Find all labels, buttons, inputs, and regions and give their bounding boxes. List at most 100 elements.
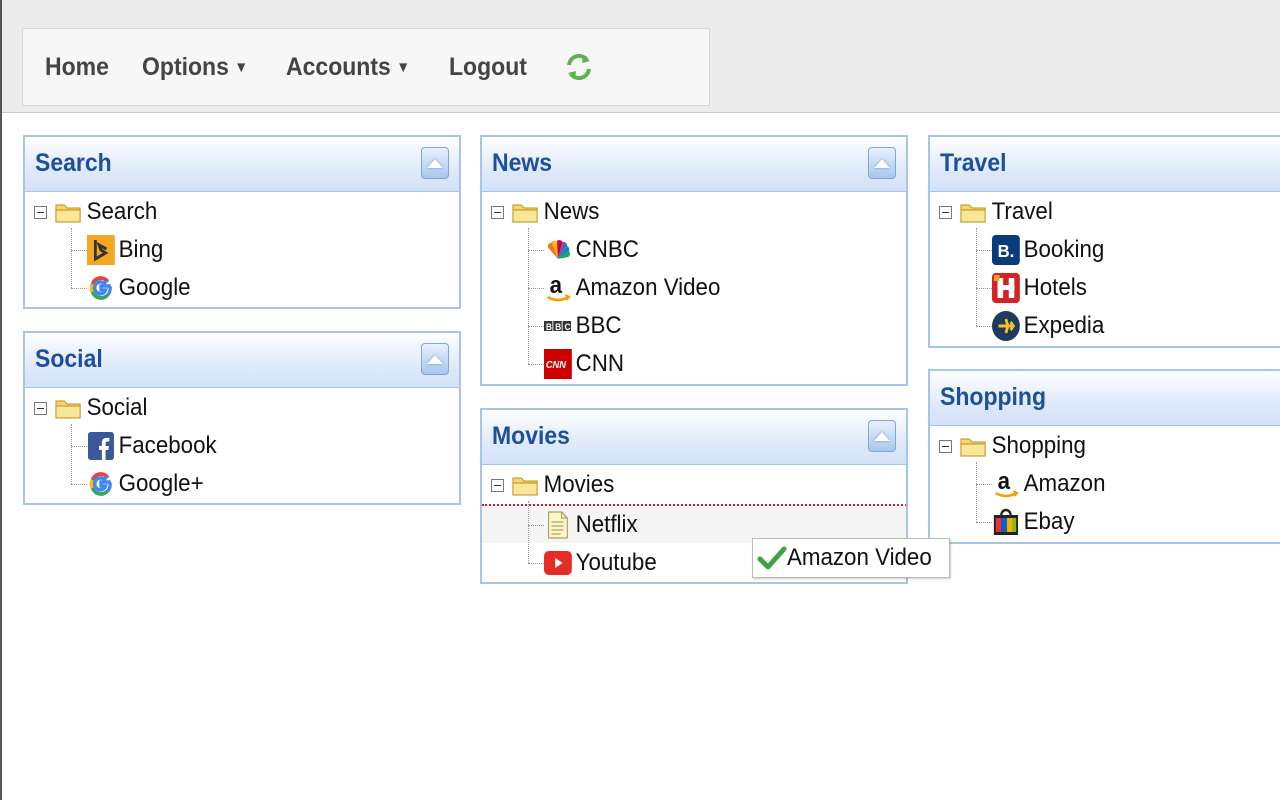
svg-text:B: B [555, 322, 561, 332]
panel-header: Search [25, 137, 459, 192]
nav-accounts[interactable]: Accounts ▼ [286, 53, 410, 82]
navbar: Home Options ▼ Accounts ▼ Logout [22, 28, 710, 106]
tree-connector [528, 525, 544, 526]
panel-travel: Travel Travel B. Booking Hotels Expedia [928, 135, 1280, 348]
tree-item-bbc[interactable]: BBC BBC [544, 308, 622, 344]
top-band: Home Options ▼ Accounts ▼ Logout [2, 0, 1280, 113]
caret-down-icon: ▼ [396, 58, 410, 76]
folder-label: Search [86, 198, 158, 225]
folder-label: Movies [543, 471, 615, 498]
nav-home-label: Home [45, 52, 109, 81]
item-label: BBC [575, 312, 622, 339]
nav-options[interactable]: Options ▼ [142, 53, 248, 82]
amazon-icon: a [544, 273, 572, 303]
svg-text:C: C [564, 322, 571, 332]
tree-folder[interactable]: Travel [960, 194, 1053, 230]
svg-text:B: B [546, 322, 552, 332]
collapse-button[interactable] [868, 147, 896, 179]
tree-connector [71, 446, 87, 447]
google-icon [87, 273, 115, 303]
folder-icon [960, 438, 986, 457]
panel-news: News News CNBC a Amazon Video BBC BBC CN… [480, 135, 908, 386]
collapse-toggle-icon[interactable] [34, 206, 47, 219]
tree-folder[interactable]: News [512, 194, 599, 230]
collapse-toggle-icon[interactable] [491, 206, 504, 219]
tree-item-google-plus[interactable]: Google+ [87, 466, 204, 502]
nav-options-label: Options [142, 52, 230, 81]
svg-text:CNN: CNN [546, 360, 567, 371]
panel-social: Social Social Facebook Google+ [23, 331, 461, 505]
tree-folder[interactable]: Shopping [960, 428, 1086, 464]
tree-connector [71, 228, 72, 288]
tree-connector [528, 288, 544, 289]
collapse-arrow-icon [427, 158, 443, 168]
document-icon [544, 510, 572, 540]
folder-label: Social [86, 394, 148, 421]
booking-icon: B. [992, 235, 1020, 265]
item-label: Youtube [575, 549, 657, 576]
google-icon [87, 469, 115, 499]
collapse-toggle-icon[interactable] [34, 402, 47, 415]
tree-connector [976, 484, 992, 485]
collapse-arrow-icon [874, 431, 890, 441]
tree-item-netflix[interactable]: Netflix [544, 507, 638, 543]
panel-header: Shopping [930, 371, 1280, 426]
tree-connector [528, 326, 544, 327]
collapse-button[interactable] [868, 420, 896, 452]
tree-connector [528, 563, 544, 564]
tree-connector [528, 501, 529, 563]
tree-item-ebay[interactable]: Ebay [992, 504, 1074, 540]
drag-helper-label: Amazon Video [787, 544, 932, 571]
tree-connector [976, 288, 992, 289]
refresh-icon[interactable] [563, 51, 595, 83]
tree-item-amazon[interactable]: a Amazon [992, 466, 1106, 502]
tree-connector [71, 288, 87, 289]
item-label: Google+ [118, 470, 204, 497]
folder-icon [960, 204, 986, 223]
folder-icon [55, 204, 81, 223]
cnbc-peacock-icon [544, 235, 572, 265]
collapse-toggle-icon[interactable] [491, 479, 504, 492]
panel-header: Movies [482, 410, 906, 465]
item-label: Facebook [118, 432, 217, 459]
checkmark-icon [757, 546, 787, 570]
tree-item-cnbc[interactable]: CNBC [544, 232, 639, 268]
tree-item-cnn[interactable]: CNN CNN [544, 346, 624, 382]
collapse-button[interactable] [421, 343, 449, 375]
tree-folder[interactable]: Movies [512, 467, 614, 503]
bing-icon [87, 235, 115, 265]
collapse-button[interactable] [421, 147, 449, 179]
tree-item-youtube[interactable]: Youtube [544, 545, 657, 581]
folder-icon [512, 204, 538, 223]
collapse-arrow-icon [874, 158, 890, 168]
collapse-toggle-icon[interactable] [939, 206, 952, 219]
tree-item-amazon-video[interactable]: a Amazon Video [544, 270, 720, 306]
collapse-toggle-icon[interactable] [939, 440, 952, 453]
item-label: Hotels [1023, 274, 1087, 301]
tree-item-hotels[interactable]: Hotels [992, 270, 1087, 306]
nav-logout[interactable]: Logout [449, 53, 527, 82]
tree-connector [528, 228, 529, 364]
item-label: Google [118, 274, 191, 301]
nav-home[interactable]: Home [45, 53, 109, 82]
tree-folder[interactable]: Search [55, 194, 157, 230]
caret-down-icon: ▼ [234, 58, 249, 76]
cnn-icon: CNN [544, 349, 572, 379]
panel-header: Travel [930, 137, 1280, 192]
tree-item-facebook[interactable]: Facebook [87, 428, 217, 464]
tree-folder[interactable]: Social [55, 390, 147, 426]
tree-item-expedia[interactable]: Expedia [992, 308, 1104, 344]
panel-header: Social [25, 333, 459, 388]
panel-search: Search Search Bing Google [23, 135, 461, 309]
tree-item-bing[interactable]: Bing [87, 232, 163, 268]
svg-text:B.: B. [998, 240, 1015, 261]
item-label: Booking [1023, 236, 1105, 263]
tree-connector [976, 522, 992, 523]
tree-item-google[interactable]: Google [87, 270, 191, 306]
amazon-icon: a [992, 469, 1020, 499]
folder-label: Shopping [991, 432, 1086, 459]
item-label: Amazon Video [575, 274, 721, 301]
tree-item-booking[interactable]: B. Booking [992, 232, 1104, 268]
nav-accounts-label: Accounts [285, 52, 391, 81]
tree-connector [528, 250, 544, 251]
